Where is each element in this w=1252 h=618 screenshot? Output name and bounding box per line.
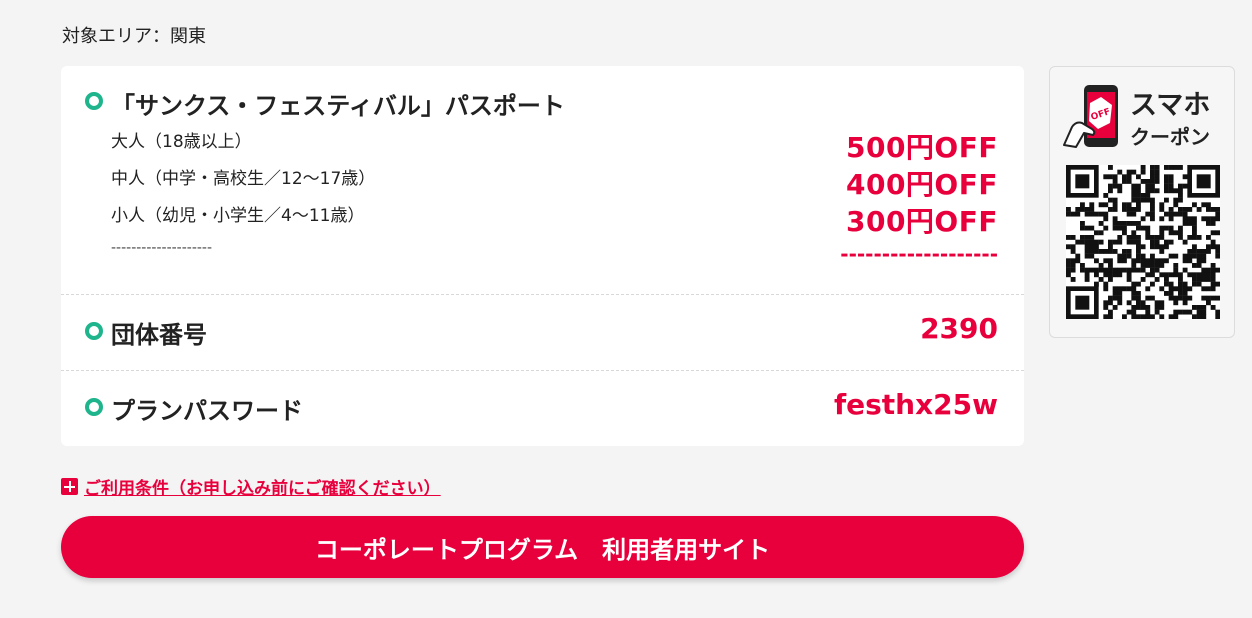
corporate-program-button[interactable]: コーポレートプログラム 利用者用サイト xyxy=(61,516,1024,578)
terms-link[interactable]: ご利用条件（お申し込み前にご確認ください） xyxy=(84,479,441,499)
coupon-subtitle: クーポン xyxy=(1130,125,1210,149)
plus-icon xyxy=(61,478,78,495)
terms-row: ご利用条件（お申し込み前にご確認ください） xyxy=(61,474,441,499)
discount-card: 「サンクス・フェスティバル」パスポート 大人（18歳以上） 500円OFF 中人… xyxy=(61,66,1024,446)
smartphone-coupon-icon: OFF xyxy=(1063,85,1118,148)
group-number-label: 団体番号 xyxy=(111,321,207,349)
tier-label-child: 小人（幼児・小学生／4～11歳） xyxy=(111,206,365,226)
bullet-icon xyxy=(85,92,103,110)
coupon-title: スマホ xyxy=(1130,90,1211,121)
tier-discount-child: 300円OFF xyxy=(845,205,998,238)
passport-title: 「サンクス・フェスティバル」パスポート xyxy=(111,92,565,120)
tier-label-middle: 中人（中学・高校生／12～17歳） xyxy=(111,169,376,189)
group-number-section: 団体番号 2390 xyxy=(61,295,1024,371)
tier-label-adult: 大人（18歳以上） xyxy=(111,132,252,152)
tier-discount-middle: 400円OFF xyxy=(845,168,998,201)
qr-code[interactable] xyxy=(1066,165,1220,319)
separator-left: -------------------- xyxy=(111,240,213,256)
plan-password-value: festhx25w xyxy=(833,388,998,421)
plan-password-section: プランパスワード festhx25w xyxy=(61,371,1024,446)
bullet-icon xyxy=(85,398,103,416)
area-label: 対象エリア：関東 xyxy=(62,26,206,47)
plan-password-label: プランパスワード xyxy=(111,397,303,425)
passport-section: 「サンクス・フェスティバル」パスポート 大人（18歳以上） 500円OFF 中人… xyxy=(61,66,1024,295)
smartphone-coupon-panel: OFF スマホ クーポン xyxy=(1049,66,1235,338)
tier-discount-adult: 500円OFF xyxy=(845,131,998,164)
bullet-icon xyxy=(85,322,103,340)
separator-right: ------------------- xyxy=(840,242,998,266)
group-number-value: 2390 xyxy=(920,312,998,345)
